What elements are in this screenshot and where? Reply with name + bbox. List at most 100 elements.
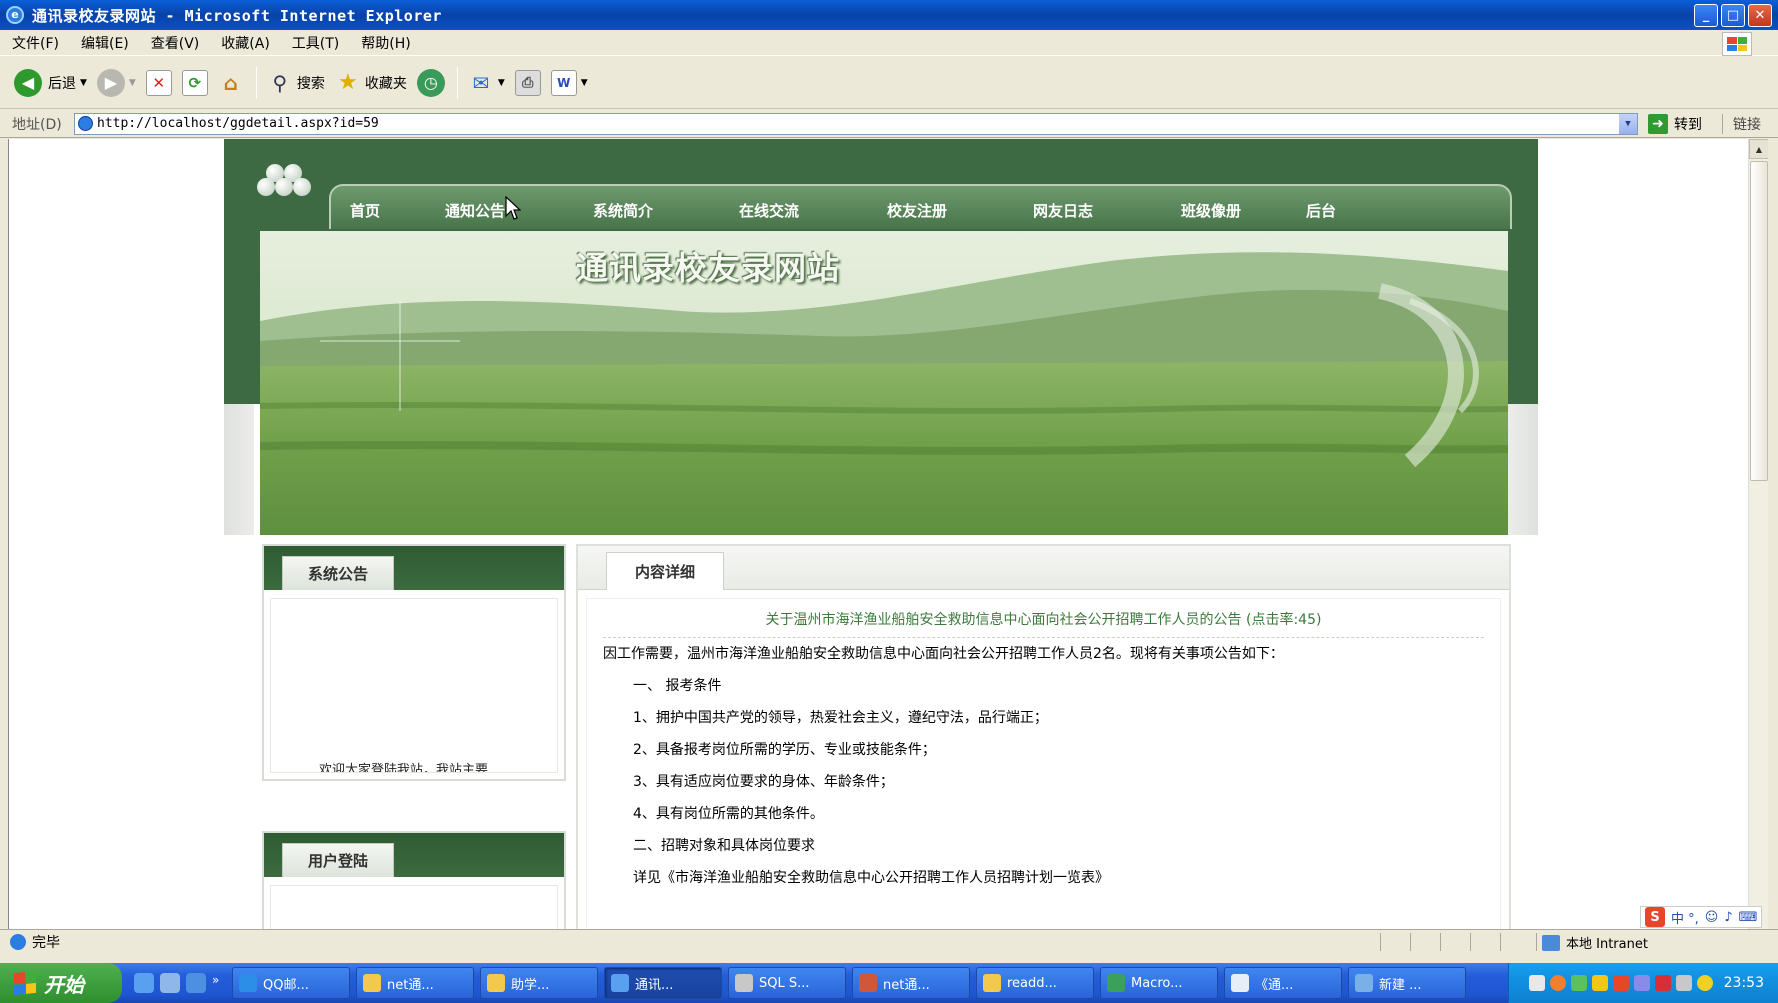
print-button[interactable]: ⎙ (514, 69, 541, 96)
content-detail-tab[interactable]: 内容详细 (606, 552, 724, 590)
ie-quicklaunch-icon[interactable] (134, 973, 154, 993)
windows-logo-icon (1722, 32, 1752, 56)
chevron-down-icon[interactable]: ▼ (1619, 113, 1637, 134)
login-tab[interactable]: 用户登陆 (282, 843, 394, 877)
nav-register[interactable]: 校友注册 (887, 200, 947, 221)
quick-launch: » (134, 973, 222, 993)
security-zone: 本地 Intranet (1542, 933, 1648, 952)
word-icon: W (550, 69, 577, 96)
dropdown-arrow-icon[interactable]: ▼ (498, 78, 505, 88)
task-tongxun[interactable]: 通讯... (604, 967, 722, 999)
dropdown-arrow-icon[interactable]: ▼ (129, 78, 136, 88)
sql-server-icon (735, 974, 753, 992)
folder-icon (487, 974, 505, 992)
article-paragraph: 二、招聘对象和具体岗位要求 (633, 838, 815, 854)
announcements-header: 系统公告 (264, 546, 564, 590)
page-icon (78, 115, 93, 131)
media-quicklaunch-icon[interactable] (160, 973, 180, 993)
page-viewport: 首页 通知公告 系统简介 在线交流 校友注册 网友日志 班级像册 后台 通讯录校… (8, 139, 1768, 929)
nav-chat[interactable]: 在线交流 (739, 200, 799, 221)
menu-edit[interactable]: 编辑(E) (81, 33, 129, 53)
visual-studio-icon (859, 974, 877, 992)
mail-button[interactable]: ✉ ▼ (468, 70, 505, 96)
forward-button[interactable]: ▶ ▼ (96, 68, 136, 97)
home-button[interactable]: ⌂ (218, 70, 244, 96)
history-button[interactable]: ◷ (416, 68, 445, 97)
intranet-icon (1542, 934, 1560, 951)
task-label: readd... (1007, 975, 1057, 991)
status-bar: 完毕 本地 Intranet (0, 929, 1778, 953)
clock[interactable]: 23:53 (1724, 975, 1764, 991)
network-tray-icon[interactable] (1570, 975, 1587, 991)
volume-tray-icon[interactable] (1591, 975, 1608, 991)
arrow-tray-icon[interactable] (1549, 975, 1566, 991)
status-divider (1440, 933, 1441, 951)
header-side-right (1508, 404, 1538, 535)
start-button[interactable]: 开始 (0, 963, 122, 1003)
menu-file[interactable]: 文件(F) (12, 33, 59, 53)
desktop-quicklaunch-icon[interactable] (186, 973, 206, 993)
url-input[interactable]: http://localhost/ggdetail.aspx?id=59 ▼ (74, 112, 1638, 135)
task-readd[interactable]: readd... (976, 967, 1094, 999)
qq-tray-icon[interactable] (1612, 975, 1629, 991)
nav-album[interactable]: 班级像册 (1181, 200, 1241, 221)
task-new[interactable]: 新建 ... (1348, 967, 1466, 999)
maximize-button[interactable]: □ (1721, 4, 1745, 27)
page-status-icon (10, 933, 26, 950)
task-sql[interactable]: SQL S... (728, 967, 846, 999)
task-zhuxue[interactable]: 助学... (480, 967, 598, 999)
announcements-tab[interactable]: 系统公告 (282, 556, 394, 590)
keyboard-tray-icon[interactable] (1528, 975, 1545, 991)
task-net-2[interactable]: net通... (852, 967, 970, 999)
toolbar: ◀ 后退 ▼ ▶ ▼ ✕ ⟳ ⌂ ⚲ 搜索 ★ 收藏夹 ◷ ✉ ▼ ⎙ W ▼ (0, 57, 1778, 109)
ime-mode[interactable]: 中 °, (1671, 908, 1699, 927)
update-tray-icon[interactable] (1696, 975, 1713, 991)
menu-help[interactable]: 帮助(H) (361, 33, 410, 53)
dropdown-arrow-icon[interactable]: ▼ (581, 78, 588, 88)
search-button[interactable]: ⚲ 搜索 (267, 70, 325, 96)
nav-home[interactable]: 首页 (350, 200, 380, 221)
nav-diary[interactable]: 网友日志 (1033, 200, 1093, 221)
status-text: 完毕 (32, 934, 60, 951)
task-macro[interactable]: Macro... (1100, 967, 1218, 999)
announcement-marquee[interactable]: 欢迎大家登陆我站，我站主要 (319, 759, 488, 772)
scroll-thumb[interactable] (1750, 161, 1768, 481)
ime-toolbar[interactable]: S 中 °, ☺ ♪ ⌨ (1640, 906, 1763, 928)
nav-intro[interactable]: 系统简介 (593, 200, 653, 221)
microphone-icon[interactable]: ♪ (1724, 910, 1732, 925)
emoji-icon[interactable]: ☺ (1705, 910, 1719, 925)
nav-admin[interactable]: 后台 (1306, 200, 1336, 221)
vertical-scrollbar[interactable]: ▲ (1748, 139, 1768, 929)
links-button[interactable]: 链接 (1722, 113, 1761, 134)
dropdown-arrow-icon[interactable]: ▼ (80, 78, 87, 88)
article-paragraph: 4、具有岗位所需的其他条件。 (633, 806, 824, 822)
folder-icon (983, 974, 1001, 992)
task-qqmail[interactable]: QQ邮... (232, 967, 350, 999)
menu-view[interactable]: 查看(V) (151, 33, 200, 53)
go-button[interactable]: ➜ 转到 (1648, 113, 1702, 134)
search-label: 搜索 (296, 75, 325, 92)
menu-favorites[interactable]: 收藏(A) (221, 33, 270, 53)
sql-tray-icon[interactable] (1675, 975, 1692, 991)
edit-button[interactable]: W ▼ (550, 69, 588, 96)
refresh-button[interactable]: ⟳ (181, 69, 208, 96)
nav-notices[interactable]: 通知公告 (445, 200, 505, 221)
article-body: 关于温州市海洋渔业船舶安全救助信息中心面向社会公开招聘工作人员的公告 (点击率:… (586, 598, 1501, 929)
print-icon: ⎙ (514, 69, 541, 96)
minimize-button[interactable]: _ (1694, 4, 1718, 27)
close-button[interactable]: ✕ (1748, 4, 1772, 27)
antivirus-tray-icon[interactable] (1654, 975, 1671, 991)
mail-icon: ✉ (472, 70, 490, 95)
back-button[interactable]: ◀ 后退 ▼ (14, 68, 87, 97)
task-doc[interactable]: 《通... (1224, 967, 1342, 999)
security-tray-icon[interactable] (1633, 975, 1650, 991)
chevron-right-icon[interactable]: » (212, 973, 222, 993)
menu-tools[interactable]: 工具(T) (292, 33, 339, 53)
window-titlebar[interactable]: e 通讯录校友录网站 - Microsoft Internet Explorer… (0, 0, 1778, 30)
mouse-cursor-icon (505, 196, 521, 220)
scroll-up-icon[interactable]: ▲ (1749, 139, 1768, 159)
keyboard-icon[interactable]: ⌨ (1739, 910, 1758, 925)
task-net-1[interactable]: net通... (356, 967, 474, 999)
favorites-button[interactable]: ★ 收藏夹 (335, 70, 407, 96)
stop-button[interactable]: ✕ (145, 69, 172, 96)
